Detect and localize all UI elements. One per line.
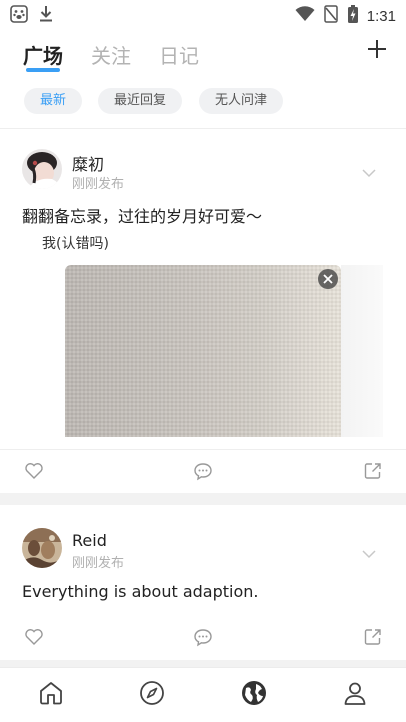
divider [0,128,406,129]
avatar[interactable] [22,149,62,189]
post-subtext: 我(认错吗) [42,236,109,252]
post-username[interactable]: Reid [72,531,107,550]
chip-no-one-asks[interactable]: 无人问津 [199,88,284,114]
divider [0,449,406,450]
comment-icon[interactable] [193,461,213,485]
download-icon [38,5,54,27]
status-time: 1:31 [366,7,396,25]
close-icon[interactable] [318,269,338,289]
share-icon[interactable] [363,461,383,485]
section-gap [0,660,406,667]
globe-icon[interactable] [241,680,267,710]
plus-icon[interactable] [366,38,388,64]
tab-following[interactable]: 关注 [91,40,131,69]
post-image-next [341,265,383,437]
chevron-down-icon[interactable] [362,163,376,182]
battery-charging-icon [347,4,359,28]
post-username[interactable]: 糜初 [72,151,104,175]
top-tab-bar: 广场 关注 日记 [0,30,406,78]
post-text: Everything is about adaption. [22,582,259,601]
post-image[interactable] [65,265,341,437]
post-actions [0,627,406,657]
chip-recent-reply[interactable]: 最近回复 [98,88,183,114]
tab-diary[interactable]: 日记 [159,40,199,69]
wifi-icon [295,6,315,26]
avatar[interactable] [22,528,62,568]
bottom-nav [0,667,406,722]
tab-square[interactable]: 广场 [23,40,63,69]
chip-latest[interactable]: 最新 [24,88,83,114]
post-time: 刚刚发布 [72,556,125,571]
heart-icon[interactable] [24,627,44,651]
baidu-paw-icon [10,5,28,27]
status-bar: 1:31 [0,0,406,30]
heart-icon[interactable] [24,461,44,485]
no-signal-icon [323,5,339,27]
section-gap [0,493,406,505]
home-icon[interactable] [38,680,64,710]
filter-chips: 最新 最近回复 无人问津 [0,88,406,118]
share-icon[interactable] [363,627,383,651]
chevron-down-icon[interactable] [362,544,376,563]
active-tab-indicator [26,68,60,72]
comment-icon[interactable] [193,627,213,651]
profile-icon[interactable] [342,680,368,710]
post-time: 刚刚发布 [72,177,125,192]
post-text: 翻翻备忘录，过往的岁月好可爱～ [22,207,263,226]
compass-icon[interactable] [139,680,165,710]
post-actions [0,461,406,491]
